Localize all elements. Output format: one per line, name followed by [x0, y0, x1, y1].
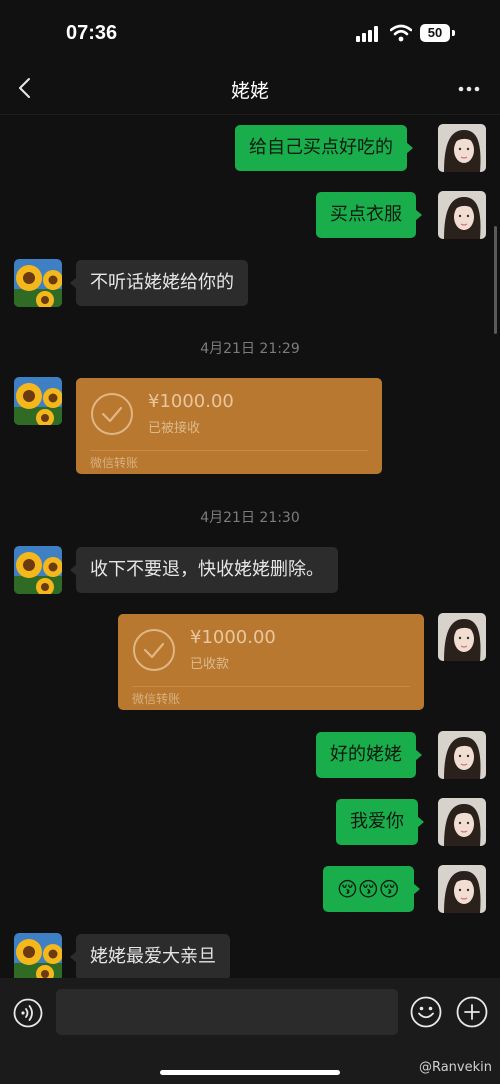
- check-circle-icon: [133, 629, 175, 671]
- contact-avatar[interactable]: [14, 546, 62, 594]
- watermark: @Ranvekin: [418, 1060, 492, 1075]
- transfer-label: 微信转账: [132, 692, 181, 706]
- battery-cap: [452, 30, 455, 36]
- self-avatar[interactable]: [438, 124, 486, 172]
- plus-icon[interactable]: [456, 996, 488, 1028]
- message-bubble-outgoing[interactable]: 我爱你: [336, 799, 424, 845]
- message-bubble-outgoing-emoji[interactable]: 😚😚😚: [323, 866, 420, 912]
- home-indicator: [160, 1070, 340, 1075]
- voice-icon[interactable]: [13, 998, 43, 1028]
- message-bubble-outgoing[interactable]: 买点衣服: [316, 192, 422, 238]
- transfer-card-outgoing[interactable]: ¥1000.00 已收款 微信转账: [118, 614, 424, 710]
- message-timestamp: 4月21日 21:29: [200, 341, 300, 357]
- self-avatar[interactable]: [438, 865, 486, 913]
- message-input[interactable]: [56, 989, 398, 1035]
- status-bar: 07:36 50: [0, 0, 500, 64]
- self-avatar[interactable]: [438, 191, 486, 239]
- wifi-icon: [390, 24, 412, 42]
- message-bubble-incoming[interactable]: 不听话姥姥给你的: [70, 260, 248, 306]
- transfer-divider: [132, 686, 410, 687]
- self-avatar[interactable]: [438, 798, 486, 846]
- contact-avatar[interactable]: [14, 933, 62, 981]
- contact-avatar[interactable]: [14, 377, 62, 425]
- self-avatar[interactable]: [438, 731, 486, 779]
- transfer-status: 已收款: [190, 657, 230, 672]
- transfer-amount: ¥1000.00: [148, 391, 234, 412]
- message-bubble-outgoing[interactable]: 好的姥姥: [316, 732, 422, 778]
- emoji-icon[interactable]: [410, 996, 442, 1028]
- battery-icon: 50: [420, 24, 450, 42]
- status-time: 07:36: [66, 22, 118, 44]
- message-timestamp: 4月21日 21:30: [200, 510, 300, 526]
- check-circle-icon: [91, 393, 133, 435]
- transfer-amount: ¥1000.00: [190, 627, 276, 648]
- transfer-status: 已被接收: [148, 421, 201, 436]
- scrollbar[interactable]: [494, 226, 497, 334]
- message-bubble-incoming[interactable]: 姥姥最爱大亲旦: [70, 934, 230, 980]
- nav-bar: 姥姥: [0, 64, 500, 115]
- self-avatar[interactable]: [438, 613, 486, 661]
- transfer-label: 微信转账: [90, 456, 139, 470]
- transfer-card-incoming[interactable]: ¥1000.00 已被接收 微信转账: [76, 378, 382, 474]
- message-bubble-outgoing[interactable]: 给自己买点好吃的: [235, 125, 413, 171]
- contact-avatar[interactable]: [14, 259, 62, 307]
- transfer-divider: [90, 450, 368, 451]
- chat-title: 姥姥: [230, 80, 269, 102]
- signal-icon: [356, 26, 382, 42]
- more-icon[interactable]: [458, 86, 480, 92]
- message-bubble-incoming[interactable]: 收下不要退，快收姥姥删除。: [70, 547, 338, 593]
